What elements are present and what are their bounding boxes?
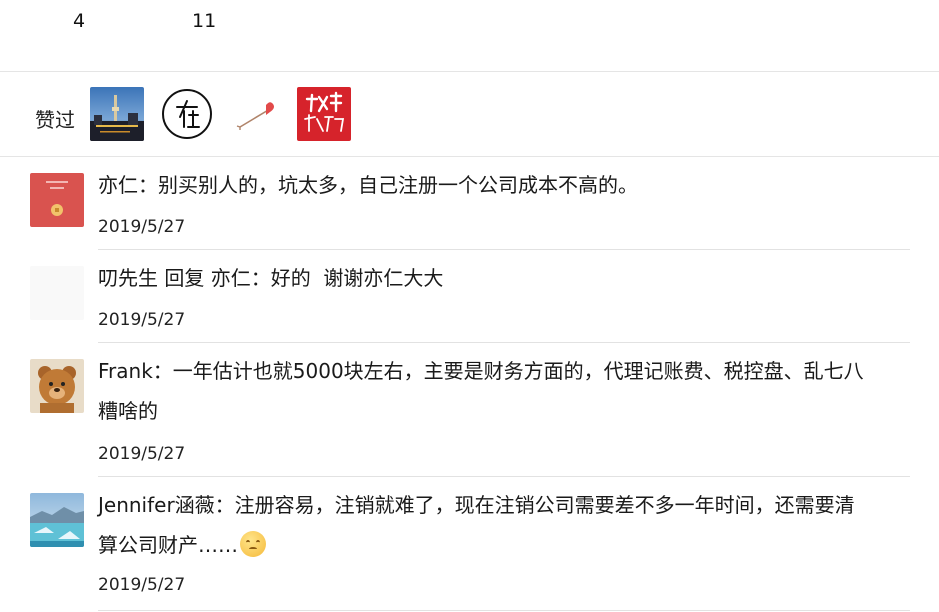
comment-date: 2019/5/27 xyxy=(98,444,186,464)
likes-row: 赞过 xyxy=(0,72,939,157)
commenter-avatar[interactable] xyxy=(30,493,84,547)
comment-item: 亦仁：别买别人的，坑太多，自己注册一个公司成本不高的。 2019/5/27 xyxy=(0,157,939,250)
teddy-bear-avatar-icon xyxy=(30,359,84,413)
liker-avatar-calligraphy[interactable] xyxy=(297,87,351,141)
commenter-avatar[interactable] xyxy=(30,173,84,227)
comment-text: 叨先生 回复 亦仁：好的 谢谢亦仁大大 xyxy=(98,266,444,290)
comment-item: Frank：一年估计也就5000块左右，主要是财务方面的，代理记账费、税控盘、乱… xyxy=(0,343,939,477)
cupid-arrow-avatar-icon xyxy=(230,87,284,141)
liker-avatar-circle-char[interactable] xyxy=(160,87,214,141)
ice-landscape-avatar-icon xyxy=(30,493,84,547)
comment-item: 叨先生 回复 亦仁：好的 谢谢亦仁大大 2019/5/27 xyxy=(0,250,939,343)
comment-text-line-1: Frank：一年估计也就5000块左右，主要是财务方面的，代理记账费、税控盘、乱… xyxy=(98,359,864,383)
comment-date: 2019/5/27 xyxy=(98,217,186,237)
stat-count-first: 4 xyxy=(73,10,86,32)
comment-text-line-2: 算公司财产…… xyxy=(98,525,898,565)
liker-avatar-cupid-arrow[interactable] xyxy=(230,87,284,141)
red-calligraphy-avatar-icon xyxy=(297,87,351,141)
stats-row: 4 11 xyxy=(0,0,939,72)
commenter-avatar[interactable] xyxy=(30,359,84,413)
comment-text: 亦仁：别买别人的，坑太多，自己注册一个公司成本不高的。 xyxy=(98,173,638,197)
comment-date: 2019/5/27 xyxy=(98,575,186,595)
comment-text-line-2-content: 算公司财产…… xyxy=(98,533,238,557)
blank-avatar-icon xyxy=(30,266,84,320)
stat-count-second: 11 xyxy=(192,10,217,32)
liker-avatar-city[interactable] xyxy=(90,87,144,141)
city-night-avatar-icon xyxy=(90,87,144,141)
likes-label: 赞过 xyxy=(35,108,75,132)
commenter-avatar[interactable] xyxy=(30,266,84,320)
comment-text-line-2: 糟啥的 xyxy=(98,399,158,423)
comment-divider xyxy=(98,610,910,611)
comment-item: Jennifer涵薇：注册容易，注销就难了，现在注销公司需要差不多一年时间，还需… xyxy=(0,477,939,612)
sad-face-emoji-icon xyxy=(240,531,266,557)
comment-date: 2019/5/27 xyxy=(98,310,186,330)
comment-text-line-1: Jennifer涵薇：注册容易，注销就难了，现在注销公司需要差不多一年时间，还需… xyxy=(98,493,855,517)
red-envelope-avatar-icon xyxy=(30,173,84,227)
circle-char-avatar-icon xyxy=(160,87,214,141)
